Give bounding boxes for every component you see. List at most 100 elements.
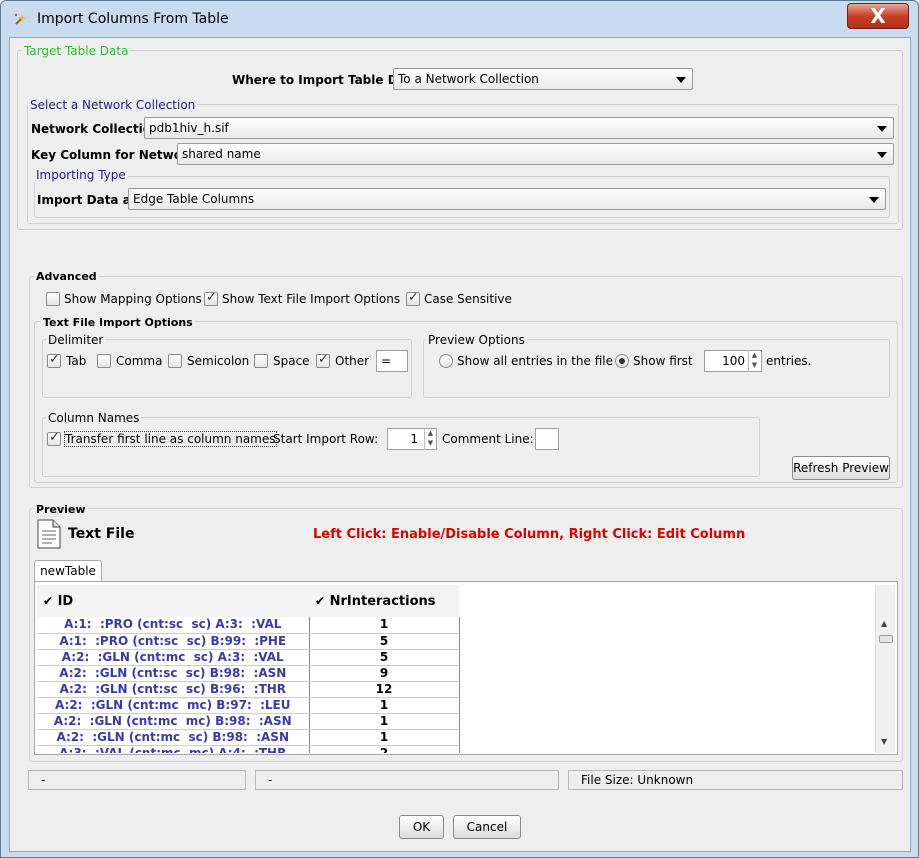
table-row: A:2: :GLN (cnt:sc sc) B:96: :THR 12 (37, 681, 460, 698)
chevron-down-icon (676, 77, 686, 83)
where-to-import-select[interactable]: To a Network Collection (393, 68, 693, 90)
preview-table-viewport: ✔ ID ✔ NrInteractions A:1: :PRO (cnt:sc … (37, 585, 873, 753)
title-bar: Import Columns From Table X (1, 1, 918, 37)
table-cell-id: A:2: :GLN (cnt:mc sc) B:98: :ASN (37, 729, 310, 746)
other-delimiter-input[interactable]: = (376, 350, 408, 372)
column-header-id-label: ID (57, 593, 74, 609)
network-collection-value: pdb1hiv_h.sif (149, 121, 229, 135)
advanced-title: Advanced (34, 270, 99, 283)
close-button[interactable]: X (847, 3, 909, 29)
table-cell-nrinteractions: 9 (309, 665, 460, 682)
tab-label: Tab (66, 354, 87, 368)
table-cell-nrinteractions: 2 (309, 745, 460, 753)
table-cell-nrinteractions: 5 (309, 633, 460, 650)
preview-table-body: A:1: :PRO (cnt:sc sc) A:3: :VAL 1 A:1: :PR… (37, 617, 460, 753)
preview-options-title: Preview Options (426, 333, 527, 347)
table-cell-nrinteractions: 5 (309, 649, 460, 666)
checkmark-icon: ✔ (43, 593, 54, 608)
delimiter-title: Delimiter (46, 333, 106, 347)
table-row: A:2: :GLN (cnt:mc mc) B:97: :LEU 1 (37, 697, 460, 714)
preview-title: Preview (34, 503, 88, 516)
target-table-data-title: Target Table Data (22, 44, 131, 58)
cancel-button[interactable]: Cancel (453, 815, 521, 839)
show-first-radio[interactable] (615, 354, 629, 368)
start-import-row-label: Start Import Row: (273, 432, 379, 446)
start-import-row-spinner[interactable]: ▲ ▼ (424, 428, 436, 450)
tab-checkbox[interactable] (47, 352, 61, 368)
importing-type-title: Importing Type (34, 168, 128, 182)
table-cell-id: A:2: :GLN (cnt:mc mc) B:98: :ASN (37, 713, 310, 730)
entries-label: entries. (766, 354, 812, 368)
other-label: Other (335, 354, 370, 368)
scroll-thumb[interactable] (879, 635, 893, 643)
vertical-scrollbar[interactable]: ▲ ▼ (875, 585, 895, 753)
spin-up-icon[interactable]: ▲ (749, 350, 760, 360)
spin-down-icon[interactable]: ▼ (425, 438, 436, 448)
spin-up-icon[interactable]: ▲ (425, 428, 436, 438)
import-as-label: Import Data as: (37, 193, 143, 207)
table-cell-id: A:2: :GLN (cnt:sc sc) B:98: :ASN (37, 665, 310, 682)
key-column-value: shared name (182, 147, 261, 161)
show-mapping-checkbox[interactable] (46, 292, 60, 306)
preview-table-panel: ✔ ID ✔ NrInteractions A:1: :PRO (cnt:sc … (34, 581, 898, 755)
ok-button[interactable]: OK (399, 815, 444, 839)
comma-label: Comma (116, 354, 163, 368)
scroll-down-icon[interactable]: ▼ (881, 737, 887, 746)
status-file-size: File Size: Unknown (568, 770, 903, 790)
column-header-id[interactable]: ✔ ID (37, 585, 309, 617)
table-row: A:1: :PRO (cnt:sc sc) B:99: :PHE 5 (37, 633, 460, 650)
table-cell-nrinteractions: 1 (309, 697, 460, 714)
import-as-select[interactable]: Edge Table Columns (128, 188, 886, 210)
scroll-up-icon[interactable]: ▲ (881, 619, 887, 628)
show-text-file-label: Show Text File Import Options (222, 292, 401, 306)
comma-checkbox[interactable] (97, 354, 111, 368)
start-import-row-value: 1 (410, 432, 418, 446)
dialog-body: Target Table Data Where to Import Table … (9, 37, 911, 852)
network-collection-select[interactable]: pdb1hiv_h.sif (144, 117, 894, 139)
key-column-label: Key Column for Network: (31, 148, 201, 162)
table-row: A:2: :GLN (cnt:sc sc) B:98: :ASN 9 (37, 665, 460, 682)
table-row: A:2: :GLN (cnt:mc sc) B:98: :ASN 1 (37, 729, 460, 746)
comment-line-label: Comment Line: (442, 432, 534, 446)
where-to-import-label: Where to Import Table Data (232, 73, 420, 87)
preview-options-group (423, 339, 890, 398)
refresh-preview-button[interactable]: Refresh Preview (792, 456, 890, 480)
app-icon (14, 13, 26, 25)
table-cell-nrinteractions: 12 (309, 681, 460, 698)
column-header-nrinteractions[interactable]: ✔ NrInteractions (309, 585, 459, 617)
table-cell-id: A:1: :PRO (cnt:sc sc) A:3: :VAL (37, 617, 310, 634)
status-middle: - (255, 770, 559, 790)
show-first-spinner[interactable]: ▲ ▼ (748, 350, 760, 372)
delimiter-group (42, 339, 412, 398)
table-cell-nrinteractions: 1 (309, 729, 460, 746)
import-columns-window: Import Columns From Table X Target Table… (0, 0, 919, 858)
table-cell-id: A:2: :GLN (cnt:mc mc) B:97: :LEU (37, 697, 310, 714)
space-checkbox[interactable] (254, 354, 268, 368)
column-header-nrinteractions-label: NrInteractions (329, 593, 436, 609)
other-checkbox[interactable] (316, 352, 330, 368)
spin-down-icon[interactable]: ▼ (749, 360, 760, 370)
table-cell-id: A:3: :VAL (cnt:mc mc) A:4: :THR (37, 745, 310, 753)
transfer-first-line-label: Transfer first line as column names (64, 431, 277, 447)
semicolon-checkbox[interactable] (168, 354, 182, 368)
comment-line-input[interactable] (535, 428, 559, 450)
transfer-first-line-checkbox[interactable] (47, 430, 61, 446)
table-cell-nrinteractions: 1 (309, 617, 460, 634)
status-left: - (28, 770, 246, 790)
show-text-file-checkbox[interactable] (204, 290, 218, 306)
network-collection-label: Network Collection (31, 122, 160, 136)
case-sensitive-label: Case Sensitive (424, 292, 512, 306)
import-as-value: Edge Table Columns (133, 192, 255, 206)
show-first-label: Show first (633, 354, 693, 368)
preview-hint: Left Click: Enable/Disable Column, Right… (313, 527, 746, 542)
text-file-icon (37, 519, 61, 549)
show-all-radio[interactable] (439, 354, 453, 368)
table-row: A:3: :VAL (cnt:mc mc) A:4: :THR 2 (37, 745, 460, 753)
key-column-select[interactable]: shared name (177, 143, 894, 165)
tab-newtable-label: newTable (40, 564, 96, 578)
tab-newtable[interactable]: newTable (34, 560, 102, 582)
case-sensitive-checkbox[interactable] (406, 290, 420, 306)
table-row: A:2: :GLN (cnt:mc mc) B:98: :ASN 1 (37, 713, 460, 730)
chevron-down-icon (877, 152, 887, 158)
semicolon-label: Semicolon (187, 354, 250, 368)
